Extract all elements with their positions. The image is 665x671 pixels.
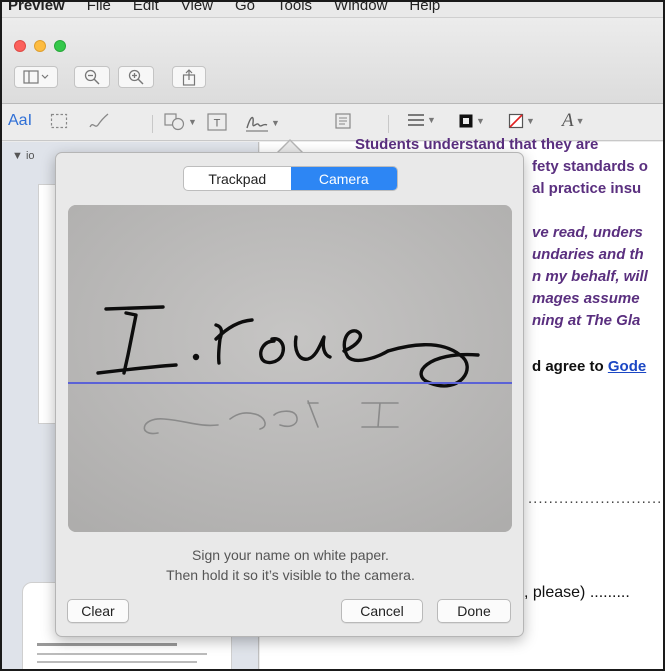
signature-source-segmented-control: Trackpad Camera [183,166,398,191]
menu-app-preview[interactable]: Preview [8,2,65,14]
text-style-font-button[interactable]: A ▼ [562,110,585,132]
menu-view[interactable]: View [181,2,213,14]
border-color-button[interactable]: ▼ [458,113,485,129]
document-link[interactable]: Gode [608,358,646,375]
menu-help[interactable]: Help [409,2,440,14]
rect-selection-button[interactable] [50,113,68,129]
cancel-button[interactable]: Cancel [341,599,423,623]
chevron-down-icon: ▼ [526,116,535,126]
document-text-line: d agree to Gode [532,358,646,375]
sidebar-view-button[interactable] [14,66,58,88]
document-text-fragment: d agree to [532,358,604,375]
text-style-button[interactable]: AaI [8,112,32,130]
document-text-line: , please) ......... [524,584,630,601]
instruction-line-2: Then hold it so it’s visible to the came… [166,567,415,583]
close-window-button[interactable] [14,40,26,52]
camera-preview [68,205,512,532]
document-text-line: Students understand that they are [355,136,599,153]
chevron-down-icon: ▼ [575,116,585,126]
fill-color-button[interactable]: ▼ [508,113,535,129]
toolbar-divider [152,115,153,133]
document-dotted-line: .................................. [528,490,663,507]
traffic-lights [14,40,66,52]
done-button[interactable]: Done [437,599,511,623]
menu-file[interactable]: File [87,2,111,14]
menu-tools[interactable]: Tools [277,2,312,14]
thumbnail-text-line [37,653,207,655]
text-box-button[interactable]: T [207,113,227,131]
share-icon [182,68,196,86]
instruction-line-1: Sign your name on white paper. [192,547,389,563]
thumbnail-text-line [37,661,197,663]
document-text-line: mages assume [532,290,640,307]
toolbar-divider [388,115,389,133]
sidebar-document-name[interactable]: io [26,150,35,162]
signature-icon [246,116,268,132]
thumbnail-text-line [37,643,177,646]
shape-style-button[interactable]: ▼ [407,113,436,127]
minimize-window-button[interactable] [34,40,46,52]
document-text-line: ve read, unders [532,224,643,241]
document-text-line: al practice insu [532,180,642,197]
document-text-line: fety standards o [532,158,648,175]
sidebar-icon [23,70,49,84]
zoom-window-button[interactable] [54,40,66,52]
signature-button[interactable]: ▼ [245,113,280,133]
notes-button[interactable] [335,113,351,129]
line-style-icon [408,114,424,126]
zoom-out-button[interactable] [74,66,110,88]
sketch-button[interactable] [88,113,110,131]
zoom-in-button[interactable] [118,66,154,88]
preview-window: Preview File Edit View Go Tools Window H… [0,0,665,671]
zoom-out-icon [84,69,100,85]
sketch-icon [89,113,109,128]
shapes-button[interactable]: ▼ [164,113,197,131]
document-text-line: undaries and th [532,246,644,263]
selection-icon [50,113,68,129]
clear-button[interactable]: Clear [67,599,129,623]
menu-go[interactable]: Go [235,2,255,14]
chevron-down-icon: ▼ [271,118,280,128]
menu-bar: Preview File Edit View Go Tools Window H… [2,2,663,18]
chevron-down-icon: ▼ [427,115,436,125]
document-text-line: n my behalf, will [532,268,648,285]
chevron-down-icon: ▼ [476,116,485,126]
chevron-down-icon: ▼ [188,117,197,127]
text-box-icon: T [207,113,227,131]
sidebar-heading: ▼ io [12,150,35,162]
signature-popover: Trackpad Camera Sign your name on white … [55,152,524,637]
border-color-icon [459,114,473,128]
disclosure-triangle-icon[interactable]: ▼ [12,150,23,162]
tab-trackpad[interactable]: Trackpad [184,167,291,190]
window-toolbar [2,18,663,104]
zoom-in-icon [128,69,144,85]
document-text-line: ning at The Gla [532,312,641,329]
share-button[interactable] [172,66,206,88]
svg-text:T: T [214,118,221,130]
menu-window[interactable]: Window [334,2,387,14]
font-a-icon: A [562,110,574,131]
camera-feed [68,205,512,532]
menu-edit[interactable]: Edit [133,2,159,14]
shapes-icon [164,113,185,131]
fill-color-icon [508,113,524,129]
notes-icon [335,113,351,129]
tab-camera[interactable]: Camera [290,167,397,190]
